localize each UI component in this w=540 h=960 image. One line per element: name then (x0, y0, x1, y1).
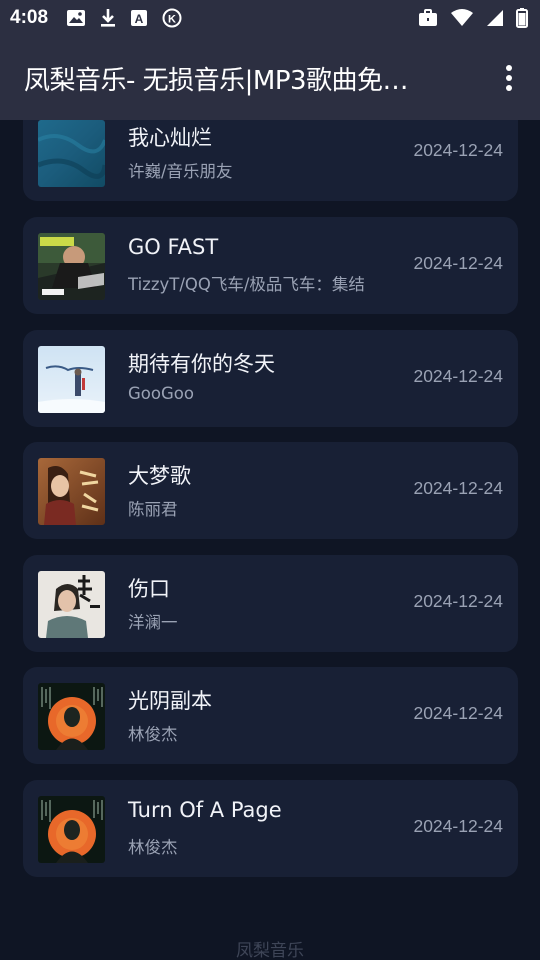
song-artist: TizzyT/QQ飞车/极品飞车：集结 (128, 275, 365, 294)
svg-text:K: K (168, 14, 176, 26)
song-artist: 林俊杰 (128, 725, 178, 744)
song-item[interactable]: 期待有你的冬天 GooGoo 2024-12-24 (23, 330, 518, 427)
song-date: 2024-12-24 (413, 591, 503, 611)
song-title: Turn Of A Page (128, 798, 282, 822)
album-cover-dream (38, 458, 105, 525)
song-artist: 陈丽君 (128, 500, 178, 519)
album-cover-winter (38, 346, 105, 413)
wifi-icon (450, 9, 474, 27)
song-item[interactable]: GO FAST TizzyT/QQ飞车/极品飞车：集结 2024-12-24 (23, 217, 518, 314)
song-date: 2024-12-24 (413, 703, 503, 723)
song-title: 我心灿烂 (128, 126, 212, 150)
song-date: 2024-12-24 (413, 816, 503, 836)
status-notification-icons: A K (66, 8, 182, 28)
song-title: GO FAST (128, 235, 219, 259)
app-bar: 凤梨音乐- 无损音乐|MP3歌曲免… (0, 36, 540, 120)
song-title: 期待有你的冬天 (128, 352, 275, 376)
song-list[interactable]: 我心灿烂 许巍/音乐朋友 2024-12-24 GO FAST TizzyT/Q (0, 120, 540, 960)
song-artist: 洋澜一 (128, 613, 178, 632)
status-system-icons (418, 8, 528, 28)
signal-icon (486, 9, 504, 27)
k-circle-icon: K (162, 8, 182, 28)
album-cover-jj-orange (38, 683, 105, 750)
song-date: 2024-12-24 (413, 478, 503, 498)
song-item[interactable]: 大梦歌 陈丽君 2024-12-24 (23, 442, 518, 539)
song-artist: 许巍/音乐朋友 (128, 162, 233, 181)
song-date: 2024-12-24 (413, 366, 503, 386)
song-date: 2024-12-24 (413, 253, 503, 273)
song-date: 2024-12-24 (413, 140, 503, 160)
more-vert-icon[interactable] (494, 58, 524, 98)
status-bar: 4:08 A K (0, 0, 540, 36)
footer-text: 凤梨音乐 (236, 941, 304, 960)
image-icon (66, 9, 86, 27)
song-title: 大梦歌 (128, 464, 191, 488)
briefcase-icon (418, 9, 438, 27)
app-title: 凤梨音乐- 无损音乐|MP3歌曲免… (24, 65, 409, 96)
song-item[interactable]: 伤口 洋澜一 2024-12-24 (23, 555, 518, 652)
album-cover-blue (38, 120, 105, 187)
battery-icon (516, 8, 528, 28)
song-artist: 林俊杰 (128, 838, 178, 857)
song-artist: GooGoo (128, 384, 194, 403)
song-title: 光阴副本 (128, 689, 212, 713)
screen: 4:08 A K 凤梨音乐- 无损音乐|MP3歌曲免… 我心灿烂 许巍/音乐朋友… (0, 0, 540, 960)
download-icon (100, 8, 116, 28)
song-item[interactable]: 我心灿烂 许巍/音乐朋友 2024-12-24 (23, 120, 518, 201)
album-cover-wound (38, 571, 105, 638)
album-cover-jj-orange (38, 796, 105, 863)
song-item[interactable]: 光阴副本 林俊杰 2024-12-24 (23, 667, 518, 764)
a-box-icon: A (130, 9, 148, 27)
song-title: 伤口 (128, 577, 170, 601)
svg-text:A: A (135, 12, 144, 26)
album-cover-gofast (38, 233, 105, 300)
status-time: 4:08 (10, 7, 49, 28)
song-item[interactable]: Turn Of A Page 林俊杰 2024-12-24 (23, 780, 518, 877)
